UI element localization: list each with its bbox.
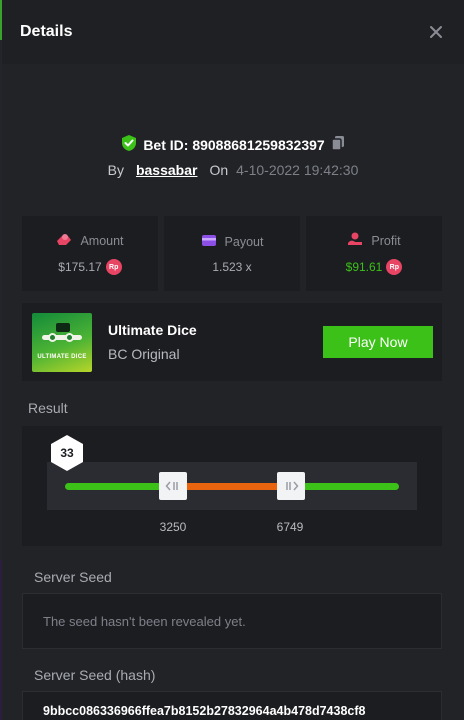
profit-icon bbox=[347, 232, 363, 249]
server-seed-hash-field[interactable]: 9bbcc086336966ffea7b8152b27832964a4b478d… bbox=[22, 691, 442, 720]
amount-value: $175.17 bbox=[58, 260, 102, 274]
on-label: On bbox=[209, 162, 229, 178]
server-seed-hash-label: Server Seed (hash) bbox=[34, 667, 156, 683]
profit-value: $91.61 bbox=[345, 260, 383, 274]
by-label: By bbox=[107, 162, 124, 178]
result-panel: 3250 6749 33 bbox=[22, 426, 442, 546]
copy-icon[interactable] bbox=[330, 135, 345, 154]
modal-header: Details bbox=[2, 0, 464, 64]
username-link[interactable]: bassabar bbox=[136, 162, 197, 178]
bet-date: 4-10-2022 19:42:30 bbox=[236, 162, 359, 178]
verified-shield-icon bbox=[121, 134, 137, 155]
thumbnail-label: ULTIMATE DICE bbox=[37, 353, 87, 360]
payout-icon bbox=[201, 234, 217, 250]
game-name: Ultimate Dice bbox=[108, 322, 197, 338]
currency-badge: Rp bbox=[105, 259, 122, 275]
amount-icon bbox=[56, 232, 72, 249]
thumbnail-slider-knob bbox=[48, 332, 57, 342]
stat-amount: Amount $175.17 Rp bbox=[22, 216, 158, 291]
close-icon bbox=[430, 26, 442, 38]
modal-title: Details bbox=[20, 23, 73, 40]
server-seed-field: The seed hasn't been revealed yet. bbox=[22, 593, 442, 649]
seed-section: Server Seed The seed hasn't been reveale… bbox=[22, 556, 442, 720]
play-now-button[interactable]: Play Now bbox=[323, 326, 433, 358]
thumbnail-slider-knob bbox=[65, 332, 74, 342]
roll-result: 33 bbox=[60, 446, 74, 460]
thumbnail-badge bbox=[56, 322, 70, 332]
result-label: Result bbox=[28, 400, 68, 416]
payout-value: 1.523 x bbox=[212, 259, 252, 274]
game-thumbnail[interactable]: ULTIMATE DICE bbox=[32, 312, 92, 372]
game-subtitle: BC Original bbox=[108, 346, 180, 362]
chevron-right-icon bbox=[286, 481, 299, 491]
currency-badge: Rp bbox=[386, 259, 403, 275]
bet-meta-row: By bassabar On 4-10-2022 19:42:30 bbox=[2, 162, 464, 178]
game-info: Ultimate Dice BC Original bbox=[108, 322, 323, 362]
range-low-value: 3250 bbox=[159, 520, 187, 534]
game-card: ULTIMATE DICE Ultimate Dice BC Original … bbox=[22, 303, 442, 381]
bet-id: Bet ID: 89088681259832397 bbox=[143, 136, 325, 153]
range-high-value: 6749 bbox=[276, 520, 304, 534]
stats-row: Amount $175.17 Rp Payout 1.523 x Profit … bbox=[22, 216, 442, 291]
profit-label: Profit bbox=[371, 233, 401, 248]
chevron-left-icon bbox=[165, 481, 178, 491]
stat-profit: Profit $91.61 Rp bbox=[306, 216, 442, 291]
server-seed-label: Server Seed bbox=[34, 569, 112, 585]
slider-handle-left[interactable] bbox=[159, 472, 187, 500]
stat-payout: Payout 1.523 x bbox=[164, 216, 300, 291]
payout-label: Payout bbox=[224, 234, 264, 249]
close-button[interactable] bbox=[426, 22, 446, 42]
bet-details-modal: Details Bet ID: 89088681259832397 By bas… bbox=[2, 0, 464, 720]
amount-label: Amount bbox=[80, 233, 124, 248]
slider-handle-right[interactable] bbox=[277, 472, 305, 500]
bet-id-row: Bet ID: 89088681259832397 bbox=[2, 134, 464, 155]
